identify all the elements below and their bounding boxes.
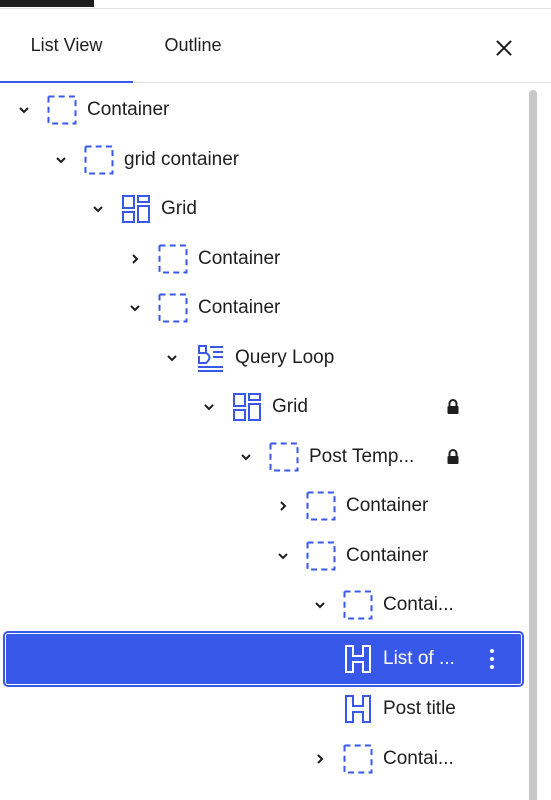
container-block-icon bbox=[157, 292, 189, 324]
container-block-icon bbox=[268, 441, 300, 473]
top-strip bbox=[0, 0, 551, 9]
tree-row[interactable]: Container bbox=[0, 288, 520, 328]
container-block-icon bbox=[46, 94, 78, 126]
query-loop-block-icon bbox=[194, 342, 226, 374]
container-block-icon bbox=[83, 144, 115, 176]
heading-block-icon bbox=[342, 643, 374, 675]
chevron-right-icon[interactable] bbox=[308, 747, 332, 771]
tree-row-label: grid container bbox=[124, 149, 240, 170]
chevron-down-icon[interactable] bbox=[308, 593, 332, 617]
grid-block-icon bbox=[120, 193, 152, 225]
chevron-down-icon[interactable] bbox=[234, 445, 258, 469]
tree-row-label: List of ... bbox=[383, 648, 455, 669]
tree-row-label: Container bbox=[87, 99, 170, 120]
tab-outline[interactable]: Outline bbox=[134, 9, 252, 82]
tree-row[interactable]: Post title bbox=[0, 689, 520, 729]
tree-row-label: Container bbox=[198, 297, 281, 318]
tree-row-label: Post title bbox=[383, 698, 456, 719]
chevron-down-icon[interactable] bbox=[12, 98, 36, 122]
scrollbar-thumb[interactable] bbox=[529, 90, 537, 800]
tree-row-label: Query Loop bbox=[235, 347, 335, 368]
chevron-down-icon[interactable] bbox=[86, 197, 110, 221]
chevron-down-icon[interactable] bbox=[49, 148, 73, 172]
tree-row[interactable]: Query Loop bbox=[0, 338, 520, 378]
chevron-down-icon[interactable] bbox=[160, 346, 184, 370]
heading-block-icon bbox=[342, 693, 374, 725]
top-dark-tab bbox=[0, 0, 94, 7]
more-vertical-icon bbox=[490, 649, 494, 669]
chevron-down-icon[interactable] bbox=[197, 395, 221, 419]
list-view-panel: List View Outline Container grid contain… bbox=[0, 0, 551, 800]
container-block-icon bbox=[305, 490, 337, 522]
chevron-down-icon[interactable] bbox=[271, 544, 295, 568]
tree-row-label: Grid bbox=[272, 396, 308, 417]
tree-row[interactable]: Contai... bbox=[0, 585, 520, 625]
chevron-right-icon[interactable] bbox=[123, 247, 147, 271]
tree-row[interactable]: Container bbox=[0, 239, 520, 279]
grid-block-icon bbox=[231, 391, 263, 423]
more-options-button[interactable] bbox=[480, 645, 504, 673]
container-block-icon bbox=[342, 743, 374, 775]
tree-row-label: Grid bbox=[161, 198, 197, 219]
tree-row-label: Post Temp... bbox=[309, 446, 415, 467]
tree-row-selected[interactable]: List of ... bbox=[0, 631, 522, 687]
close-button[interactable] bbox=[488, 32, 520, 64]
tree-row[interactable]: Contai... bbox=[0, 739, 520, 779]
container-block-icon bbox=[305, 540, 337, 572]
lock-icon bbox=[445, 398, 461, 416]
tree-row[interactable]: Container bbox=[0, 90, 520, 130]
tree-row[interactable]: Post Temp... bbox=[0, 437, 520, 477]
container-block-icon bbox=[342, 589, 374, 621]
tab-list-view[interactable]: List View bbox=[0, 9, 133, 83]
lock-icon bbox=[445, 448, 461, 466]
tree-row-label: Contai... bbox=[383, 594, 454, 615]
close-icon bbox=[496, 40, 512, 56]
container-block-icon bbox=[157, 243, 189, 275]
tree-row-label: Contai... bbox=[383, 748, 454, 769]
chevron-down-icon[interactable] bbox=[123, 296, 147, 320]
tree-row[interactable]: grid container bbox=[0, 140, 520, 180]
tree-row[interactable]: Container bbox=[0, 486, 520, 526]
tree-row-label: Container bbox=[346, 545, 429, 566]
tree-row[interactable]: Container bbox=[0, 536, 520, 576]
tree-row-label: Container bbox=[346, 495, 429, 516]
tree-row-label: Container bbox=[198, 248, 281, 269]
panel-tabs: List View Outline bbox=[0, 9, 551, 83]
chevron-right-icon[interactable] bbox=[271, 494, 295, 518]
tree-row[interactable]: Grid bbox=[0, 387, 520, 427]
tree-row[interactable]: Grid bbox=[0, 189, 520, 229]
